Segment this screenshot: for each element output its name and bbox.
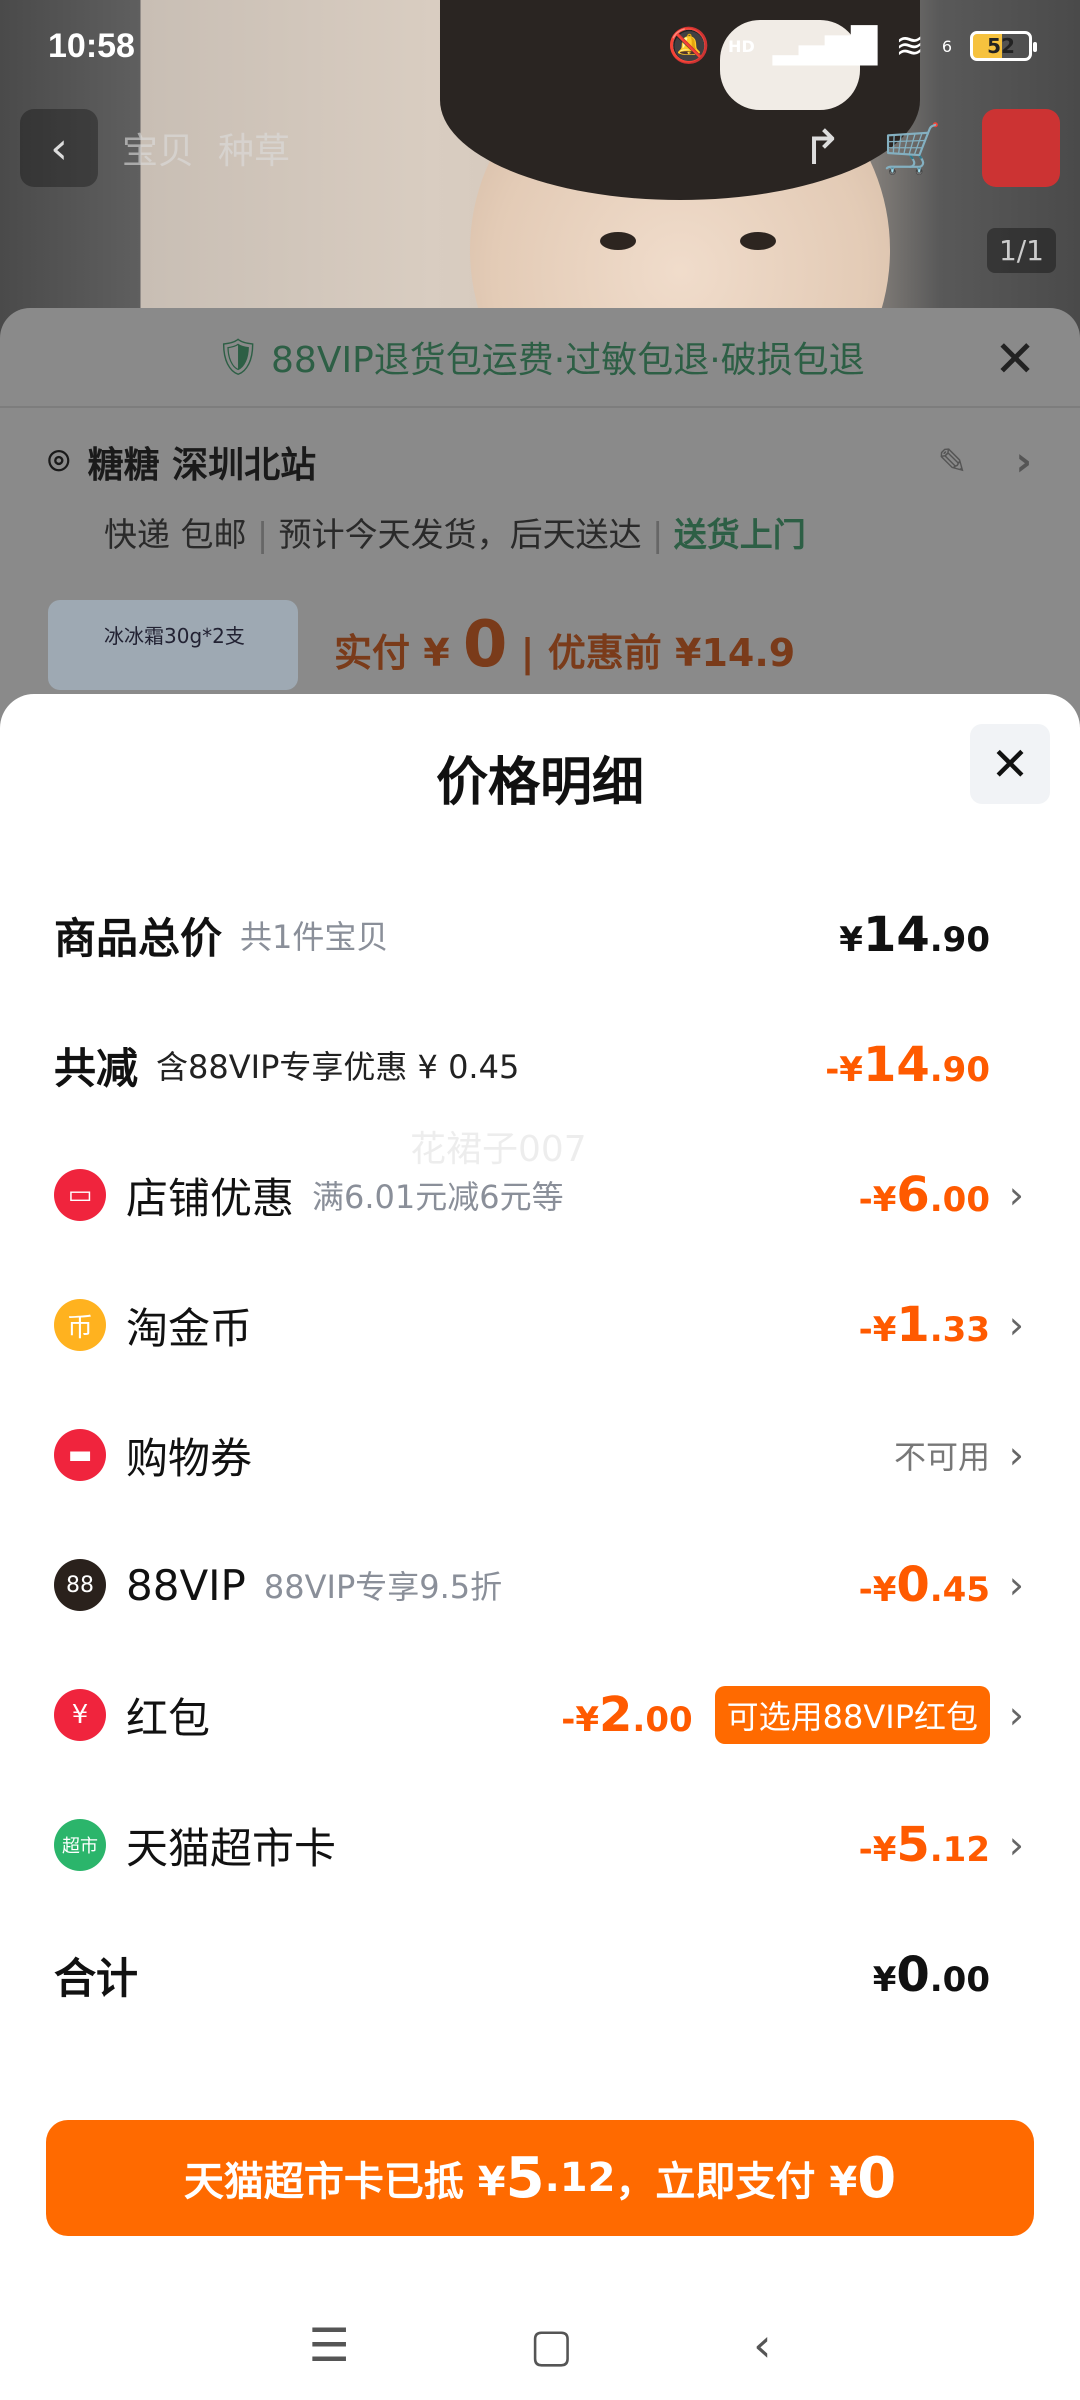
status-time: 10:58 — [48, 26, 135, 65]
row-label: 商品总价 — [54, 913, 223, 963]
chevron-right-icon: › — [1008, 1173, 1024, 1217]
close-icon: ✕ — [990, 737, 1030, 791]
row-label: 天猫超市卡 — [126, 1823, 337, 1873]
row-gold-coin[interactable]: 币 淘金币 -¥1.33 › — [0, 1260, 1080, 1390]
row-shopping-voucher[interactable]: ▬ 购物券 不可用 › — [0, 1390, 1080, 1520]
tmall-supermarket-card-icon: 超市 — [54, 1819, 106, 1871]
vip88-icon: 88 — [54, 1559, 106, 1611]
chevron-right-icon: › — [1008, 1303, 1024, 1347]
tab-recommend[interactable]: 种草 — [218, 122, 290, 174]
wifi-label: 6 — [941, 36, 952, 56]
wifi-icon: ≋ — [895, 26, 924, 66]
system-nav-bar: ☰ ▢ ‹ — [0, 2300, 1080, 2390]
back-icon[interactable]: ‹ — [753, 2318, 771, 2372]
product-photo-eye — [740, 232, 776, 250]
red-packet-icon: ¥ — [54, 1689, 106, 1741]
delivery-door: 送货上门 — [673, 515, 806, 554]
price-rows: 商品总价 共1件宝贝 ¥14.90 › 共减 含88VIP专享优惠 ¥ 0.45… — [0, 870, 1080, 2040]
row-88vip[interactable]: 88 88VIP 88VIP专享9.5折 -¥0.45 › — [0, 1520, 1080, 1650]
close-icon[interactable]: ✕ — [994, 334, 1036, 384]
row-label: 店铺优惠 — [126, 1173, 295, 1223]
actual-pay: 实付 ¥ 0 | 优惠前 ¥14.9 — [334, 608, 796, 682]
pay-middle: ，立即支付 ¥ — [615, 2159, 858, 2205]
row-total-price: 商品总价 共1件宝贝 ¥14.90 › — [0, 870, 1080, 1000]
row-sub: 共1件宝贝 — [240, 918, 389, 956]
product-thumbnail: 冰冰霜30g*2支 — [48, 600, 298, 690]
before-discount: 优惠前 ¥14.9 — [547, 631, 796, 675]
row-sub: 88VIP专享9.5折 — [263, 1568, 503, 1606]
actual-pay-label: 实付 ¥ — [334, 631, 450, 675]
menu-icon[interactable]: ☰ — [308, 2318, 349, 2372]
row-label: 88VIP — [126, 1560, 246, 1610]
row-label: 共减 — [54, 1043, 139, 1093]
row-amount: -¥1.33 — [858, 1297, 990, 1353]
row-tmall-card[interactable]: 超市 天猫超市卡 -¥5.12 › — [0, 1780, 1080, 1910]
row-label: 购物券 — [126, 1433, 253, 1483]
back-arrow-icon: ‹ — [50, 122, 68, 174]
pay-now-button[interactable]: 天猫超市卡已抵 ¥ 5 .12 ，立即支付 ¥ 0 — [46, 2120, 1034, 2236]
location-pin-icon: ⌾ — [48, 441, 70, 482]
chevron-right-icon: › — [1008, 1563, 1024, 1607]
delivery-eta: 预计今天发货，后天送达 — [278, 515, 642, 554]
row-amount: -¥5.12 — [858, 1817, 990, 1873]
actual-pay-value: 0 — [462, 608, 508, 682]
chevron-right-icon: › — [1008, 1693, 1024, 1737]
chevron-right-icon: › — [1015, 439, 1032, 485]
row-total-discount: 共减 含88VIP专享优惠 ¥ 0.45 -¥14.90 › — [0, 1000, 1080, 1130]
signal-icon: ▂▄▆█ — [772, 26, 878, 66]
delivery-method: 快递 包邮 — [104, 515, 247, 554]
battery-icon: 52 — [970, 31, 1037, 61]
product-top-nav: ‹ 宝贝 种草 ↱ 🛒 — [20, 108, 1060, 188]
row-label: 淘金币 — [126, 1303, 253, 1353]
home-icon[interactable]: ▢ — [530, 2318, 573, 2372]
status-bar: 10:58 🔕 HD ▂▄▆█ ≋ 6 52 — [0, 0, 1080, 92]
shop-coupon-icon: ▭ — [54, 1169, 106, 1221]
image-counter: 1/1 — [986, 228, 1056, 273]
row-red-packet[interactable]: ¥ 红包 -¥2.00 可选用88VIP红包 › — [0, 1650, 1080, 1780]
row-sub: 含88VIP专享优惠 ¥ 0.45 — [156, 1048, 520, 1086]
status-icons: 🔕 HD ▂▄▆█ ≋ 6 52 — [667, 26, 1037, 66]
vip-benefit-banner: 🛡 88VIP退货包运费·过敏包退·破损包退 ✕ — [0, 308, 1080, 408]
row-grand-total: 合计 ¥0.00 › — [0, 1910, 1080, 2040]
shopping-voucher-icon: ▬ — [54, 1429, 106, 1481]
address-section[interactable]: ⌾ 糖糖 深圳北站 ✎ › 快递 包邮 | 预计今天发货，后天送达 | 送货上门 — [0, 408, 1080, 556]
gold-coin-icon: 币 — [54, 1299, 106, 1351]
pay-card-dec: .12 — [544, 2155, 616, 2201]
vip-red-packet-tag[interactable]: 可选用88VIP红包 — [714, 1686, 990, 1744]
row-sub: 满6.01元减6元等 — [312, 1178, 564, 1216]
row-amount: -¥6.00 — [858, 1167, 990, 1223]
row-amount: ¥14.90 — [839, 907, 990, 963]
tab-product[interactable]: 宝贝 — [122, 122, 194, 174]
share-icon[interactable]: ↱ — [802, 120, 842, 176]
close-button[interactable]: ✕ — [970, 724, 1050, 804]
watermark: 花裙子007 — [410, 1129, 587, 1170]
row-amount: -¥14.90 — [825, 1037, 990, 1093]
row-label: 红包 — [126, 1693, 211, 1743]
edit-icon[interactable]: ✎ — [937, 442, 967, 483]
mute-bell-icon: 🔕 — [667, 26, 711, 66]
back-button[interactable]: ‹ — [20, 109, 98, 187]
row-amount: -¥0.45 — [858, 1557, 990, 1613]
row-amount: ¥0.00 — [872, 1947, 990, 2003]
shield-icon: 🛡 — [215, 337, 262, 378]
pay-amount-int: 0 — [857, 2145, 897, 2211]
row-status: 不可用 — [893, 1438, 990, 1476]
hd-label: HD — [728, 36, 755, 56]
chevron-right-icon: › — [1008, 1823, 1024, 1867]
message-button[interactable] — [982, 109, 1060, 187]
row-label: 合计 — [54, 1953, 139, 2003]
address-name: 糖糖 深圳北站 — [87, 445, 317, 486]
row-amount: -¥2.00 — [561, 1687, 693, 1743]
battery-level: 52 — [987, 34, 1015, 58]
cart-icon[interactable]: 🛒 — [882, 120, 942, 177]
product-summary: 冰冰霜30g*2支 实付 ¥ 0 | 优惠前 ¥14.9 — [48, 600, 1032, 690]
pay-prefix: 天猫超市卡已抵 ¥ — [183, 2159, 506, 2205]
vip-benefit-text: 88VIP退货包运费·过敏包退·破损包退 — [271, 340, 865, 381]
sheet-title: 价格明细 — [435, 753, 644, 813]
product-photo-eye — [600, 232, 636, 250]
pay-card-int: 5 — [505, 2145, 545, 2211]
chevron-right-icon: › — [1008, 1433, 1024, 1477]
product-thumb-text: 冰冰霜30g*2支 — [104, 624, 245, 648]
